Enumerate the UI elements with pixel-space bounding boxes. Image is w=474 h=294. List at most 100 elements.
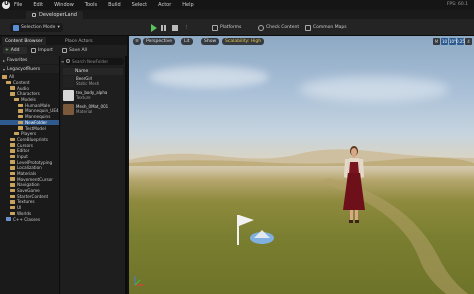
search-input[interactable]: Search NewFolder: [64, 58, 124, 65]
grid-snap-button[interactable]: 10: [441, 38, 448, 45]
asset-type: Texture: [76, 95, 91, 100]
tree-item-label: Textures: [17, 199, 35, 205]
search-placeholder: Search NewFolder: [72, 59, 109, 64]
player-start-icon[interactable]: [234, 212, 280, 248]
asset-text: tex_body_alpha Texture: [76, 90, 107, 100]
asset-item[interactable]: tex_body_alpha Texture: [63, 90, 125, 104]
scale-snap-button[interactable]: 0.25: [456, 38, 465, 45]
viewport-menu-button[interactable]: ≡: [133, 38, 141, 45]
tree-item-label: Cursors: [17, 142, 33, 148]
favorites-header[interactable]: ▸ Favorites: [0, 56, 59, 64]
perspective-label: Perspective: [146, 39, 173, 44]
stop-icon[interactable]: [172, 25, 178, 31]
cloud: [299, 76, 449, 102]
cloud: [149, 66, 269, 88]
tab-content-browser[interactable]: Content Browser: [2, 37, 46, 45]
lit-button[interactable]: Lit: [181, 38, 193, 45]
menu-edit[interactable]: Edit: [33, 2, 43, 8]
tree-item-label: TestModel: [25, 125, 46, 131]
search-icon: [66, 59, 70, 63]
add-button[interactable]: + Add: [3, 47, 27, 54]
project-header[interactable]: ▾ LegacyofRuers: [0, 65, 59, 73]
selection-mode-label: Selection Mode: [21, 25, 56, 30]
favorites-label: Favorites: [7, 57, 28, 63]
level-viewport[interactable]: ≡ Perspective Lit Show Scalability: High…: [129, 36, 474, 294]
asset-text: Mesh_0Mat_001 Material: [76, 104, 108, 114]
asset-text: BeerGirl Static Mesh: [76, 76, 99, 86]
menu-window[interactable]: Window: [54, 2, 74, 8]
tree-item-label: Content: [13, 80, 30, 86]
check-content-label: Check Content: [266, 25, 300, 30]
menu-build[interactable]: Build: [108, 2, 121, 8]
cursor-icon: [13, 24, 19, 31]
add-label: Add: [10, 48, 20, 53]
folder-icon: [10, 188, 15, 193]
tree-item-label: CoreBlueprints: [17, 136, 48, 142]
unreal-logo-icon[interactable]: [2, 0, 10, 9]
folder-icon: [2, 75, 7, 79]
distant-hills: [129, 149, 474, 166]
folder-icon: [10, 183, 15, 187]
tree-item-label: C++ Classes: [13, 216, 41, 222]
common-maps-label: Common Maps: [313, 25, 347, 30]
rotation-snap-button[interactable]: 10°: [449, 38, 456, 45]
asset-item[interactable]: BeerGirl Static Mesh: [63, 76, 125, 90]
menu-actor[interactable]: Actor: [158, 2, 171, 8]
menu-tools[interactable]: Tools: [85, 2, 97, 8]
move-snap-icon[interactable]: M: [433, 38, 440, 45]
caret-down-icon: ▾: [3, 66, 6, 72]
folder-icon: [10, 200, 15, 204]
play-icon[interactable]: [151, 24, 157, 32]
selection-mode-dropdown[interactable]: Selection Mode ▾: [10, 23, 63, 32]
tree-item-label: Mannequins: [25, 114, 51, 120]
tree-item-label: Materials: [17, 171, 37, 177]
asset-item[interactable]: Mesh_0Mat_001 Material: [63, 104, 125, 118]
import-button[interactable]: Import: [31, 47, 53, 54]
folder-icon: [10, 205, 15, 210]
tree-item-label: Input: [17, 153, 28, 159]
folder-icon: [6, 217, 11, 221]
tree-item-label: NewFolder: [25, 119, 48, 125]
show-label: Show: [204, 39, 217, 44]
save-all-button[interactable]: Save All: [62, 47, 87, 54]
folder-icon: [10, 137, 15, 142]
tree-item-label: Audio: [17, 85, 29, 91]
tree-item-label: StarterContent: [17, 193, 49, 199]
show-button[interactable]: Show: [201, 38, 220, 45]
folder-icon: [10, 211, 15, 216]
asset-thumbnail: [63, 90, 74, 101]
pause-icon[interactable]: [161, 25, 166, 31]
dirt-road: [319, 178, 469, 294]
menu-help[interactable]: Help: [182, 2, 193, 8]
tree-item-label: MovementCursor: [17, 176, 53, 182]
folder-icon: [10, 166, 15, 170]
viewport-toolbar: ≡ Perspective Lit Show Scalability: High…: [129, 36, 474, 48]
import-label: Import: [38, 48, 53, 53]
save-all-label: Save All: [69, 48, 88, 53]
fps-label: FPS:: [446, 2, 457, 7]
menu-select[interactable]: Select: [132, 2, 147, 8]
tab-place-actors[interactable]: Place Actors: [62, 37, 96, 45]
folder-icon: [18, 114, 23, 119]
character-model[interactable]: [339, 144, 369, 226]
fps-value: 60.1: [457, 2, 468, 7]
menu-file[interactable]: File: [14, 2, 22, 8]
folder-icon: [18, 109, 23, 113]
name-column-header[interactable]: Name: [63, 68, 123, 75]
perspective-button[interactable]: Perspective: [143, 38, 176, 45]
tree-item-label: LevelPrototyping: [17, 159, 53, 165]
axis-gizmo-icon: [134, 276, 144, 286]
scalability-warning[interactable]: Scalability: High: [222, 38, 265, 45]
tree-item-label: All: [9, 74, 15, 80]
folder-tree: ▸ Favorites ▾ LegacyofRuers All Content Au…: [0, 56, 60, 294]
camera-speed-button[interactable]: 4: [465, 38, 472, 45]
tree-rows: All Content Audio Characters Models HumanMale…: [0, 74, 59, 222]
tree-item[interactable]: C++ Classes: [0, 216, 59, 222]
level-tab[interactable]: DeveloperLand: [26, 11, 83, 19]
platforms-button[interactable]: Platforms: [212, 23, 241, 32]
common-maps-button[interactable]: Common Maps: [305, 23, 347, 32]
menu-bar: File Edit Window Tools Build Select Acto…: [0, 0, 474, 10]
check-content-button[interactable]: Check Content: [258, 23, 299, 32]
more-options-icon[interactable]: ⋮: [184, 23, 189, 32]
tree-item-label: Models: [21, 97, 36, 103]
